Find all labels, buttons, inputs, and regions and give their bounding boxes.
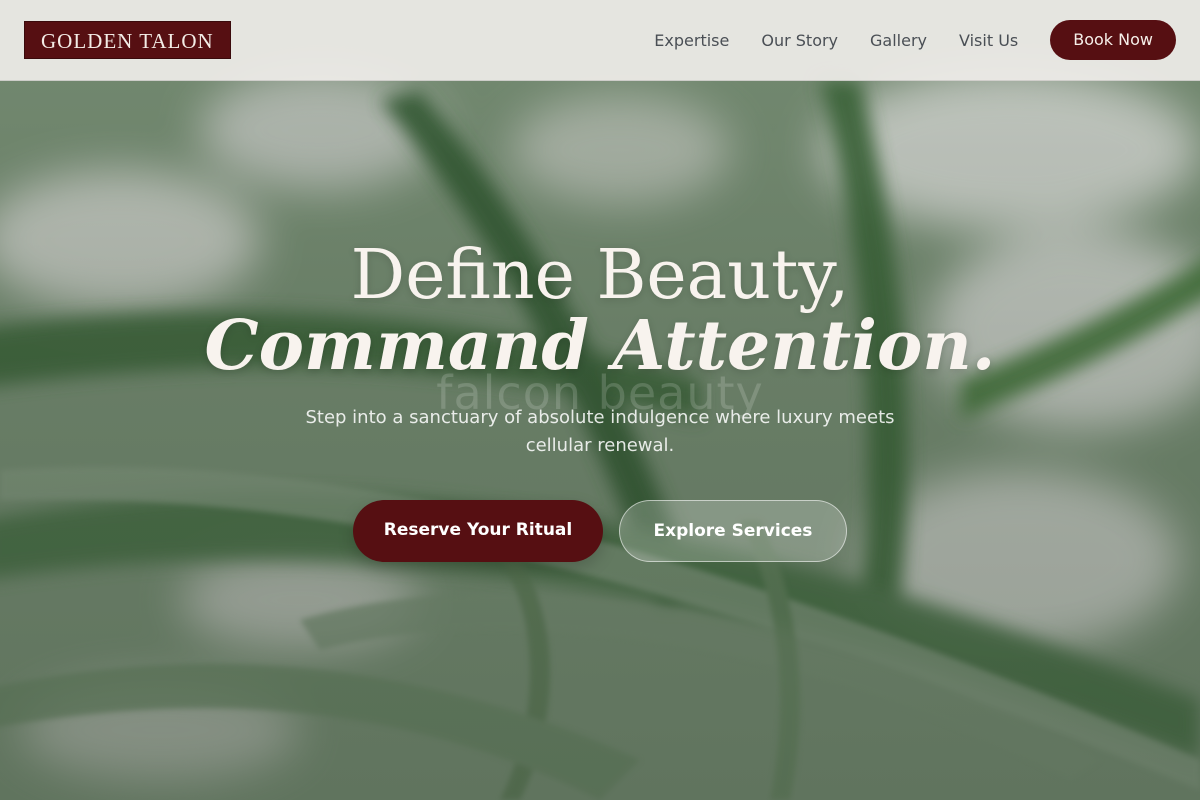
nav-link-visit-us[interactable]: Visit Us — [959, 31, 1018, 50]
nav-link-expertise[interactable]: Expertise — [654, 31, 729, 50]
top-navbar: GOLDEN TALON Expertise Our Story Gallery… — [0, 0, 1200, 81]
primary-nav: Expertise Our Story Gallery Visit Us Boo… — [622, 20, 1176, 60]
hero-actions: Reserve Your Ritual Explore Services — [0, 500, 1200, 562]
explore-services-button[interactable]: Explore Services — [619, 500, 847, 562]
nav-link-our-story[interactable]: Our Story — [761, 31, 838, 50]
hero-headline-line2: Command Attention. — [204, 306, 996, 386]
hero-section: Define Beauty, Command Attention. Step i… — [0, 236, 1200, 562]
nav-link-gallery[interactable]: Gallery — [870, 31, 927, 50]
hero-headline-line1: Define Beauty, — [350, 236, 850, 315]
book-now-button[interactable]: Book Now — [1050, 20, 1176, 60]
brand-logo[interactable]: GOLDEN TALON — [24, 21, 231, 59]
hero-subtitle: Step into a sanctuary of absolute indulg… — [305, 407, 895, 456]
reserve-ritual-button[interactable]: Reserve Your Ritual — [353, 500, 603, 562]
